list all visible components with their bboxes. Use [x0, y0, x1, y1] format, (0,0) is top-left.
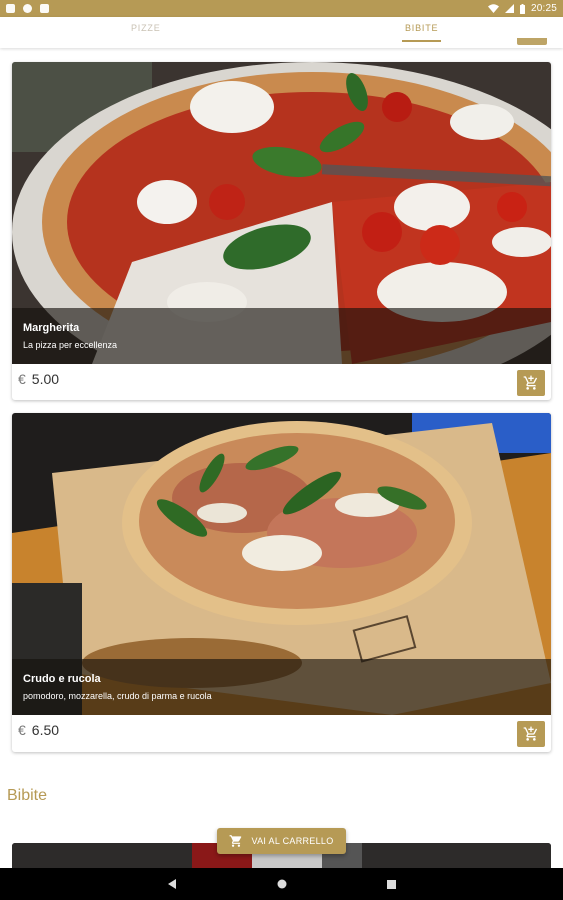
go-to-cart-button[interactable]: VAI AL CARRELLO	[217, 828, 346, 854]
active-tab-indicator	[402, 40, 442, 42]
back-icon[interactable]	[167, 879, 177, 889]
notification-icon	[23, 4, 32, 13]
currency-symbol: €	[18, 722, 26, 738]
add-to-cart-button[interactable]	[517, 370, 545, 396]
notification-icon	[40, 4, 49, 13]
product-price: €6.50	[18, 722, 59, 738]
system-navigation-bar	[0, 868, 563, 900]
price-value: 6.50	[31, 722, 60, 738]
notification-icon	[6, 4, 15, 13]
product-image: Margherita La pizza per eccellenza	[12, 62, 551, 364]
product-caption-overlay	[12, 659, 551, 715]
price-value: 5.00	[31, 371, 60, 387]
signal-icon	[504, 4, 514, 13]
currency-symbol: €	[18, 371, 26, 387]
shopping-cart-icon	[230, 835, 242, 847]
tab-bibite[interactable]: BIBITE	[402, 23, 442, 42]
product-name: Margherita	[23, 322, 80, 334]
add-shopping-cart-icon	[523, 375, 538, 390]
status-bar: 20:25	[0, 0, 563, 17]
go-to-cart-label: VAI AL CARRELLO	[251, 836, 334, 846]
tab-label: PIZZE	[131, 23, 161, 33]
product-card-crudo-e-rucola[interactable]: Crudo e rucola pomodoro, mozzarella, cru…	[12, 413, 551, 752]
clock: 20:25	[530, 3, 557, 14]
add-shopping-cart-icon	[523, 726, 538, 741]
wifi-icon	[487, 4, 499, 13]
product-description: pomodoro, mozzarella, crudo di parma e r…	[23, 691, 212, 701]
category-tabs: PIZZE BIBITE	[0, 17, 563, 48]
recents-icon[interactable]	[387, 879, 396, 889]
product-card-margherita[interactable]: Margherita La pizza per eccellenza €5.00	[12, 62, 551, 400]
product-caption-overlay	[12, 308, 551, 364]
product-name: Crudo e rucola	[23, 673, 101, 685]
battery-icon	[519, 3, 525, 14]
add-to-cart-button[interactable]	[517, 721, 545, 747]
home-icon[interactable]	[277, 879, 287, 889]
tab-label: BIBITE	[405, 23, 439, 33]
product-description: La pizza per eccellenza	[23, 340, 118, 350]
section-title-bibite: Bibite	[7, 787, 48, 804]
product-price: €5.00	[18, 371, 59, 387]
product-image: Crudo e rucola pomodoro, mozzarella, cru…	[12, 413, 551, 715]
tab-pizze[interactable]: PIZZE	[131, 23, 161, 33]
previous-item-cart-button[interactable]	[517, 38, 547, 45]
